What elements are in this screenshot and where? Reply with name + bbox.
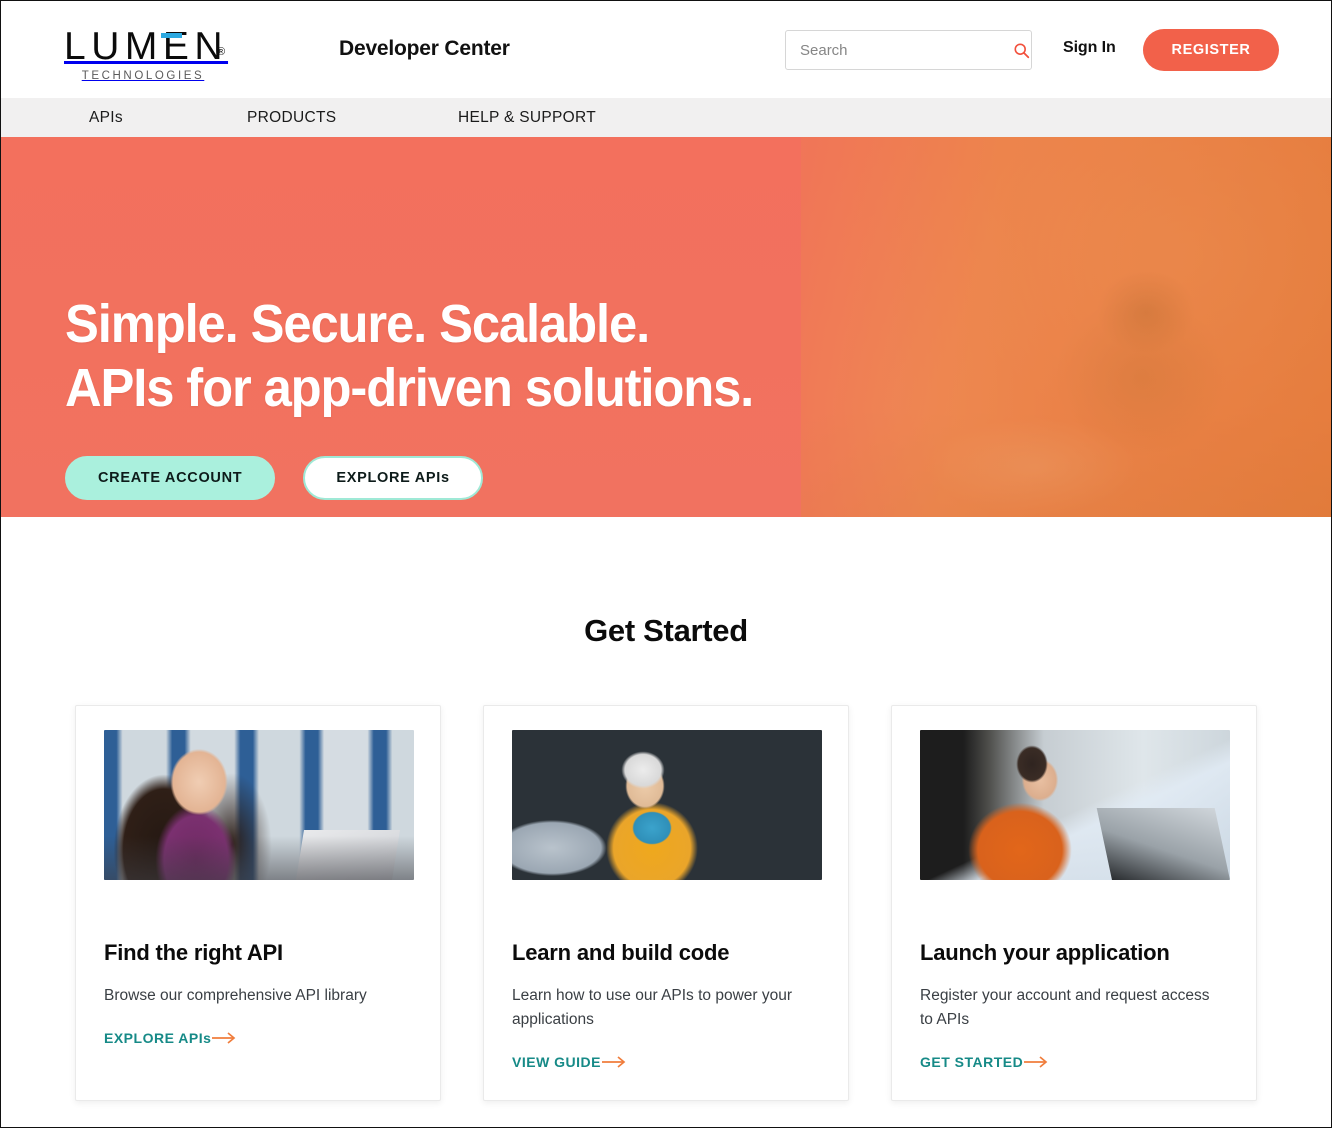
developer-center-page: LUMEN ® TECHNOLOGIES Developer Center Si… [0,0,1332,1128]
card-learn-and-build-code[interactable]: Learn and build code Learn how to use ou… [483,705,849,1101]
card-link-get-started[interactable]: GET STARTED [920,1054,1050,1070]
card-link-explore-apis[interactable]: EXPLORE APIs [104,1030,238,1046]
create-account-button[interactable]: CREATE ACCOUNT [65,456,276,500]
card-launch-your-application[interactable]: Launch your application Register your ac… [891,705,1257,1101]
explore-apis-button[interactable]: EXPLORE APIs [303,456,483,500]
arrow-right-icon [1024,1056,1048,1068]
card-description: Learn how to use our APIs to power your … [512,987,793,1028]
laptop-shape-icon [296,830,400,880]
search-button[interactable] [1011,31,1031,69]
section-heading: Get Started [584,613,748,648]
logo-wordmark-text: LUMEN [64,25,229,68]
register-button[interactable]: REGISTER [1143,29,1279,71]
search-input[interactable] [786,31,1011,69]
card-title: Find the right API [104,940,283,965]
logo-blue-bar-icon [161,33,182,38]
get-started-cards: Find the right API Browse our comprehens… [1,705,1331,1101]
card-link-label: VIEW GUIDE [512,1054,602,1070]
search-icon [1013,42,1029,58]
sign-in-link[interactable]: Sign In [1063,39,1116,57]
logo-registered-mark: ® [217,46,226,58]
card-link-label: EXPLORE APIs [104,1030,212,1046]
main-navigation: APIs PRODUCTS HELP & SUPPORT [1,98,1331,137]
arrow-right-icon [602,1056,626,1068]
card-image-learn-build [512,730,822,880]
page-title: Developer Center [339,37,510,60]
hero-button-group: CREATE ACCOUNT EXPLORE APIs [65,456,797,500]
card-link-view-guide[interactable]: VIEW GUIDE [512,1054,628,1070]
hero-headline-line-1: Simple. Secure. Scalable. [65,294,650,354]
nav-item-apis[interactable]: APIs [89,109,123,127]
nav-item-help-and-support[interactable]: HELP & SUPPORT [458,109,596,127]
arrow-right-icon [212,1032,236,1044]
nav-item-products[interactable]: PRODUCTS [247,109,336,127]
logo-subtitle: TECHNOLOGIES [81,70,205,82]
hero-banner: Simple. Secure. Scalable. APIs for app-d… [1,137,1331,517]
search-box[interactable] [785,30,1032,70]
card-image-find-api [104,730,414,880]
card-title: Learn and build code [512,940,730,965]
card-image-launch-app [920,730,1230,880]
card-title: Launch your application [920,940,1170,965]
hero-headline-line-2: APIs for app-driven solutions. [65,358,754,418]
get-started-section: Get Started Find the right API Browse ou… [1,517,1331,1101]
logo-wordmark: LUMEN ® [64,25,234,69]
lumen-logo[interactable]: LUMEN ® TECHNOLOGIES [64,25,234,82]
card-find-the-right-api[interactable]: Find the right API Browse our comprehens… [75,705,441,1101]
hero-content: Simple. Secure. Scalable. APIs for app-d… [65,292,797,500]
card-description: Browse our comprehensive API library [104,987,367,1004]
card-link-label: GET STARTED [920,1054,1024,1070]
card-description: Register your account and request access… [920,987,1210,1028]
site-header: LUMEN ® TECHNOLOGIES Developer Center Si… [1,1,1331,98]
